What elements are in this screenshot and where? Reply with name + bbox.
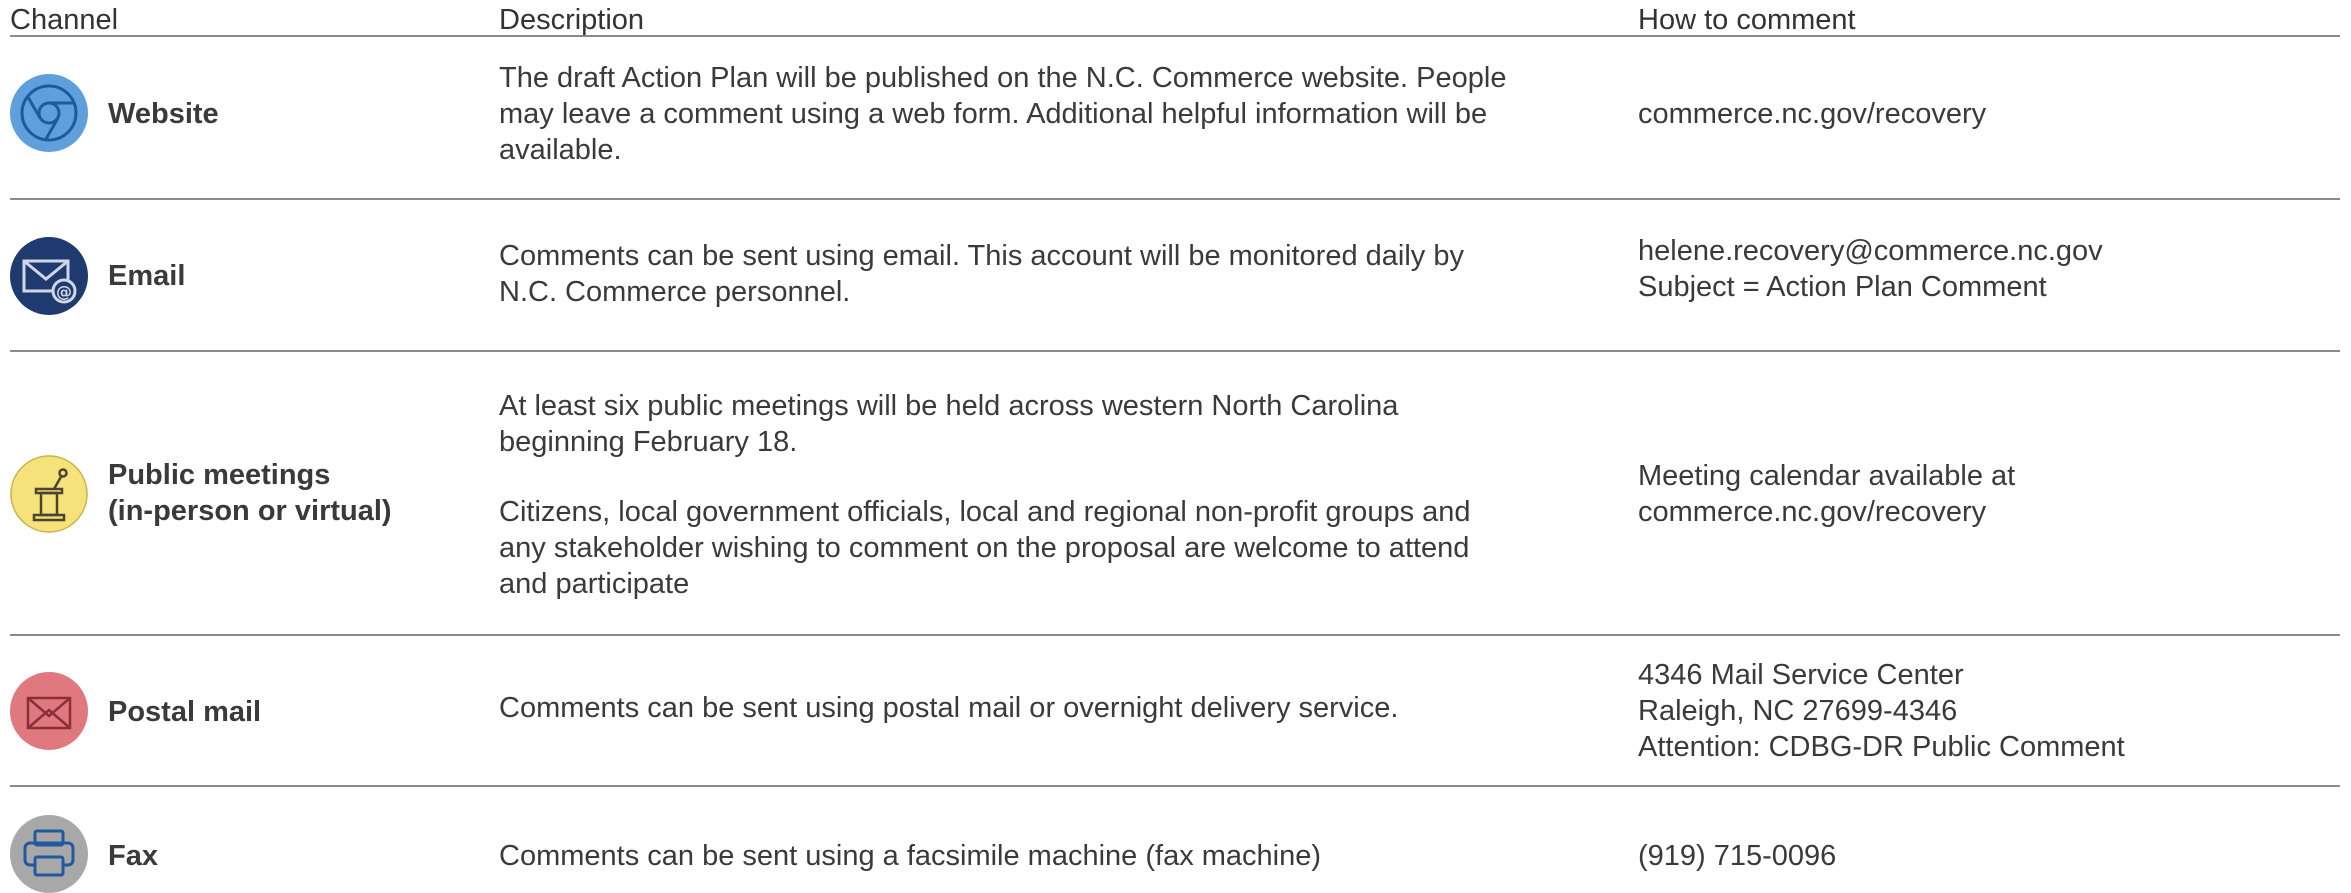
header-description: Description [499, 4, 645, 36]
description-public-meetings: At least six public meetings will be hel… [499, 390, 1471, 600]
channel-name-website: Website [108, 98, 219, 130]
description-website: The draft Action Plan will be published … [499, 62, 1507, 166]
description-email: Comments can be sent using email. This a… [499, 240, 1464, 308]
how-website-link[interactable]: commerce.nc.gov/recovery [1638, 96, 2338, 132]
row-divider [10, 350, 2340, 352]
header-channel: Channel [10, 4, 119, 36]
header-how-to-comment: How to comment [1638, 4, 1856, 36]
podium-icon [10, 455, 88, 533]
row-divider [10, 634, 2340, 636]
svg-text:@: @ [56, 282, 72, 301]
how-email[interactable]: helene.recovery@commerce.nc.gov Subject … [1638, 233, 2338, 305]
row-divider [10, 198, 2340, 200]
channel-name-fax: Fax [108, 840, 158, 872]
chrome-icon [10, 74, 88, 152]
how-public-meetings[interactable]: Meeting calendar available at commerce.n… [1638, 458, 2338, 530]
printer-icon [10, 815, 88, 893]
row-divider [10, 785, 2340, 787]
description-postal-mail: Comments can be sent using postal mail o… [499, 692, 1399, 724]
channel-name-postal-mail: Postal mail [108, 696, 262, 728]
email-icon: @ [10, 237, 88, 315]
header-divider [10, 35, 2340, 37]
channel-name-email: Email [108, 260, 186, 292]
channel-name-public-meetings: Public meetings (in-person or virtual) [108, 459, 392, 527]
description-fax: Comments can be sent using a facsimile m… [499, 840, 1322, 872]
how-fax-number[interactable]: (919) 715-0096 [1638, 838, 2338, 874]
how-postal-mail: 4346 Mail Service Center Raleigh, NC 276… [1638, 659, 2125, 763]
envelope-icon [10, 672, 88, 750]
